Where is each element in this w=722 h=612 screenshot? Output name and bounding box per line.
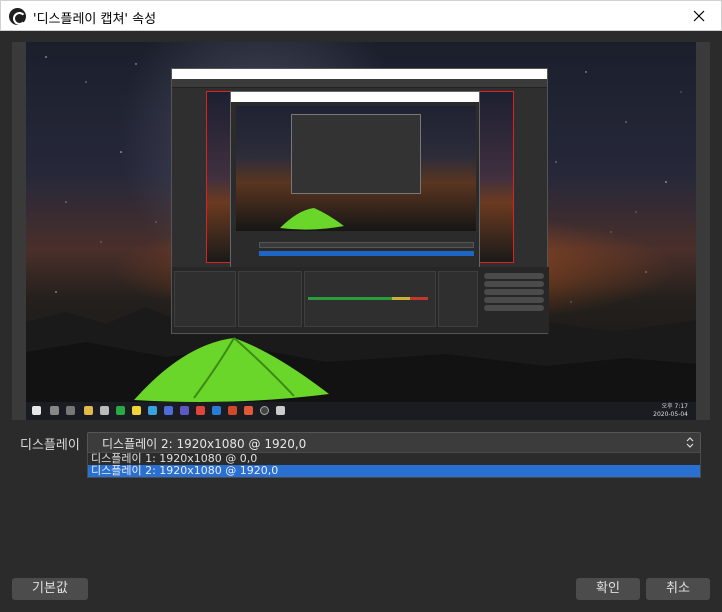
taskbar-clock: 오후 7:17 2020-05-04 [653,403,688,418]
cancel-button[interactable]: 취소 [646,578,710,600]
search-icon [50,406,59,415]
teams-icon [180,406,189,415]
kakao-icon [132,406,141,415]
folder-icon [84,406,93,415]
display-selected-value: 디스플레이 2: 1920x1080 @ 1920,0 [102,437,307,451]
app-icon [276,406,285,415]
tent-image [134,337,329,402]
store-icon [100,406,109,415]
close-button[interactable] [677,1,721,31]
display-preview: 오후 7:17 2020-05-04 [26,42,696,420]
browser-icon [148,406,157,415]
display-label: 디스플레이 [20,438,80,453]
obs-icon [9,8,26,25]
display-dropdown-list: 디스플레이 1: 1920x1080 @ 0,0 디스플레이 2: 1920x1… [87,452,701,478]
word-icon [212,406,221,415]
display-option-2[interactable]: 디스플레이 2: 1920x1080 @ 1920,0 [88,465,700,477]
powerpoint-icon [228,406,237,415]
app-icon [244,406,253,415]
nested-obs-window [171,68,549,334]
task-view-icon [66,406,75,415]
defaults-button[interactable]: 기본값 [12,578,88,600]
obs-taskbar-icon [260,406,269,415]
close-icon [693,10,705,22]
window-title: '디스플레이 캡쳐' 속성 [33,12,157,27]
taskbar: 오후 7:17 2020-05-04 [26,402,696,420]
title-bar: '디스플레이 캡쳐' 속성 [0,0,722,31]
app-icon [164,406,173,415]
ok-button[interactable]: 확인 [576,578,640,600]
app-icon [116,406,125,415]
nested-docks [172,267,549,333]
windows-icon [32,406,41,415]
display-select[interactable]: 디스플레이 2: 1920x1080 @ 1920,0 [87,432,701,453]
chrome-icon [196,406,205,415]
updown-chevron-icon [686,437,694,448]
